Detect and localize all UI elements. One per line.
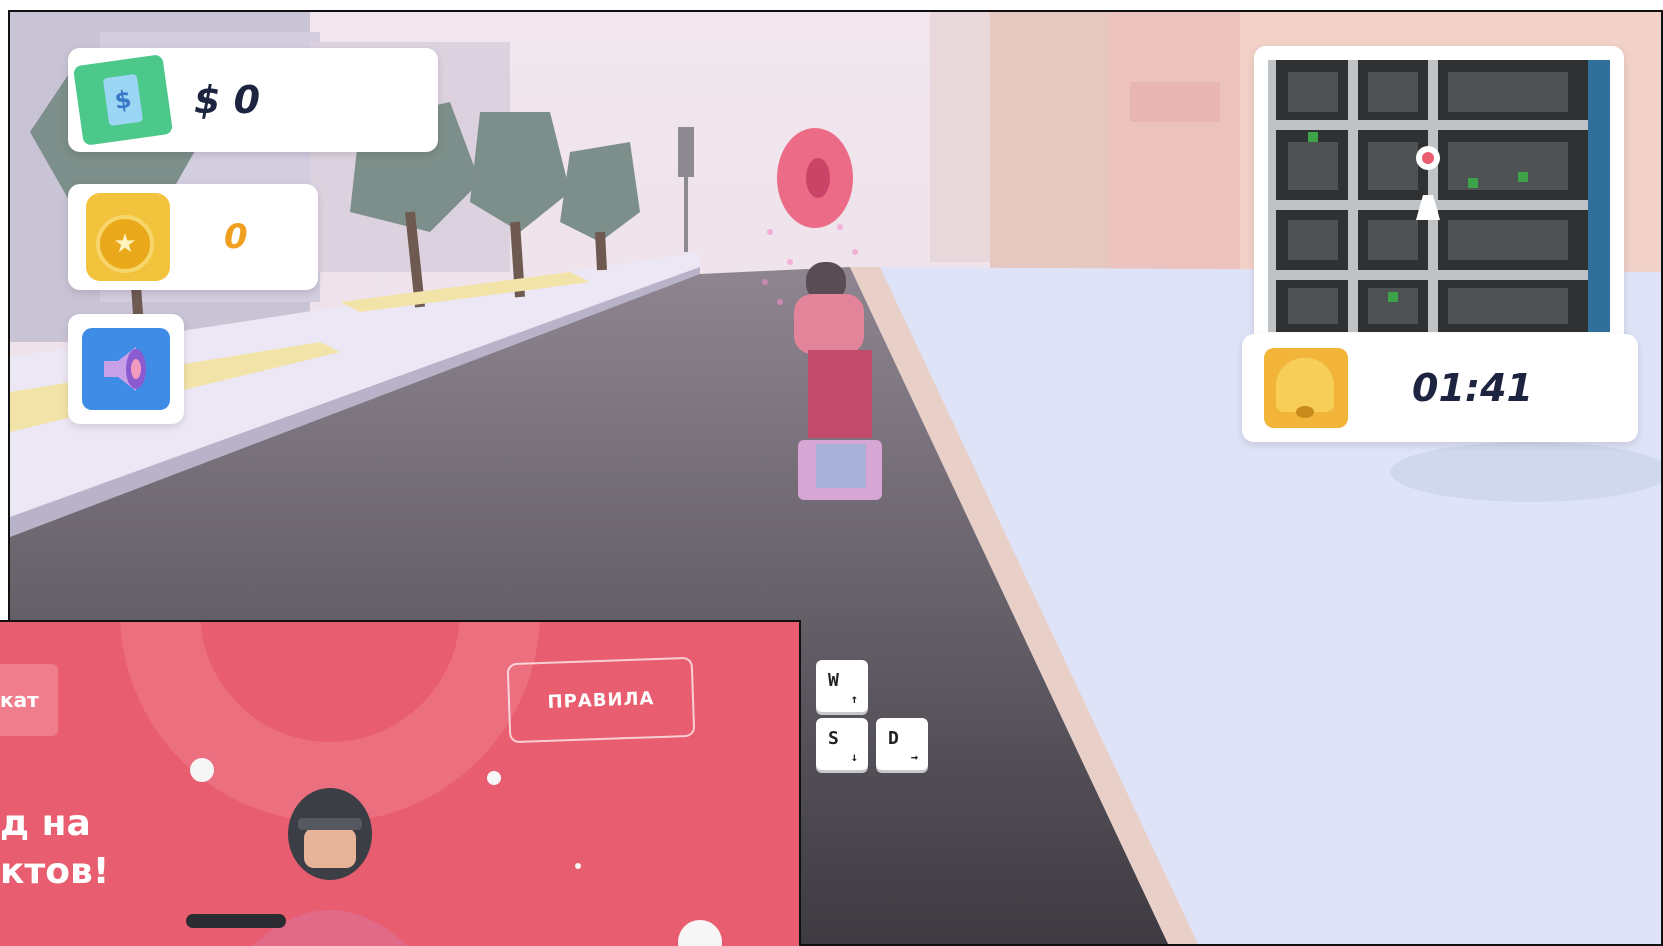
alarm-bell-icon [1264, 348, 1348, 428]
headline-line-1: д на [0, 803, 91, 844]
minimap-panel [1254, 46, 1624, 346]
cash-stack-icon: $ [72, 54, 174, 146]
headline: д на ктов! [0, 800, 109, 896]
timer-value: 01:41 [1412, 366, 1533, 410]
rules-button-label: ПРАВИЛА [547, 687, 655, 713]
medal-coin-icon: ★ [86, 193, 170, 281]
timer-panel: 01:41 [1242, 334, 1638, 442]
coins-value: 0 [224, 217, 248, 257]
speaker-icon [82, 328, 170, 410]
money-value: $ 0 [194, 78, 261, 122]
minimap [1268, 60, 1610, 332]
money-panel: $ $ 0 [68, 48, 438, 152]
key-d: D → [876, 718, 928, 770]
sound-toggle-button[interactable] [68, 314, 184, 424]
coins-panel: ★ 0 [68, 184, 318, 290]
key-s: S ↓ [816, 718, 868, 770]
partial-nav-tab[interactable]: кат [0, 664, 58, 736]
promo-landing-overlay: кат ПРАВИЛА д на ктов! [0, 620, 801, 946]
key-w: W ↑ [816, 660, 868, 712]
partial-nav-tab-label: кат [0, 688, 39, 712]
headline-line-2: ктов! [0, 851, 110, 892]
delivery-target-marker [777, 128, 853, 228]
rules-button[interactable]: ПРАВИЛА [506, 656, 696, 744]
